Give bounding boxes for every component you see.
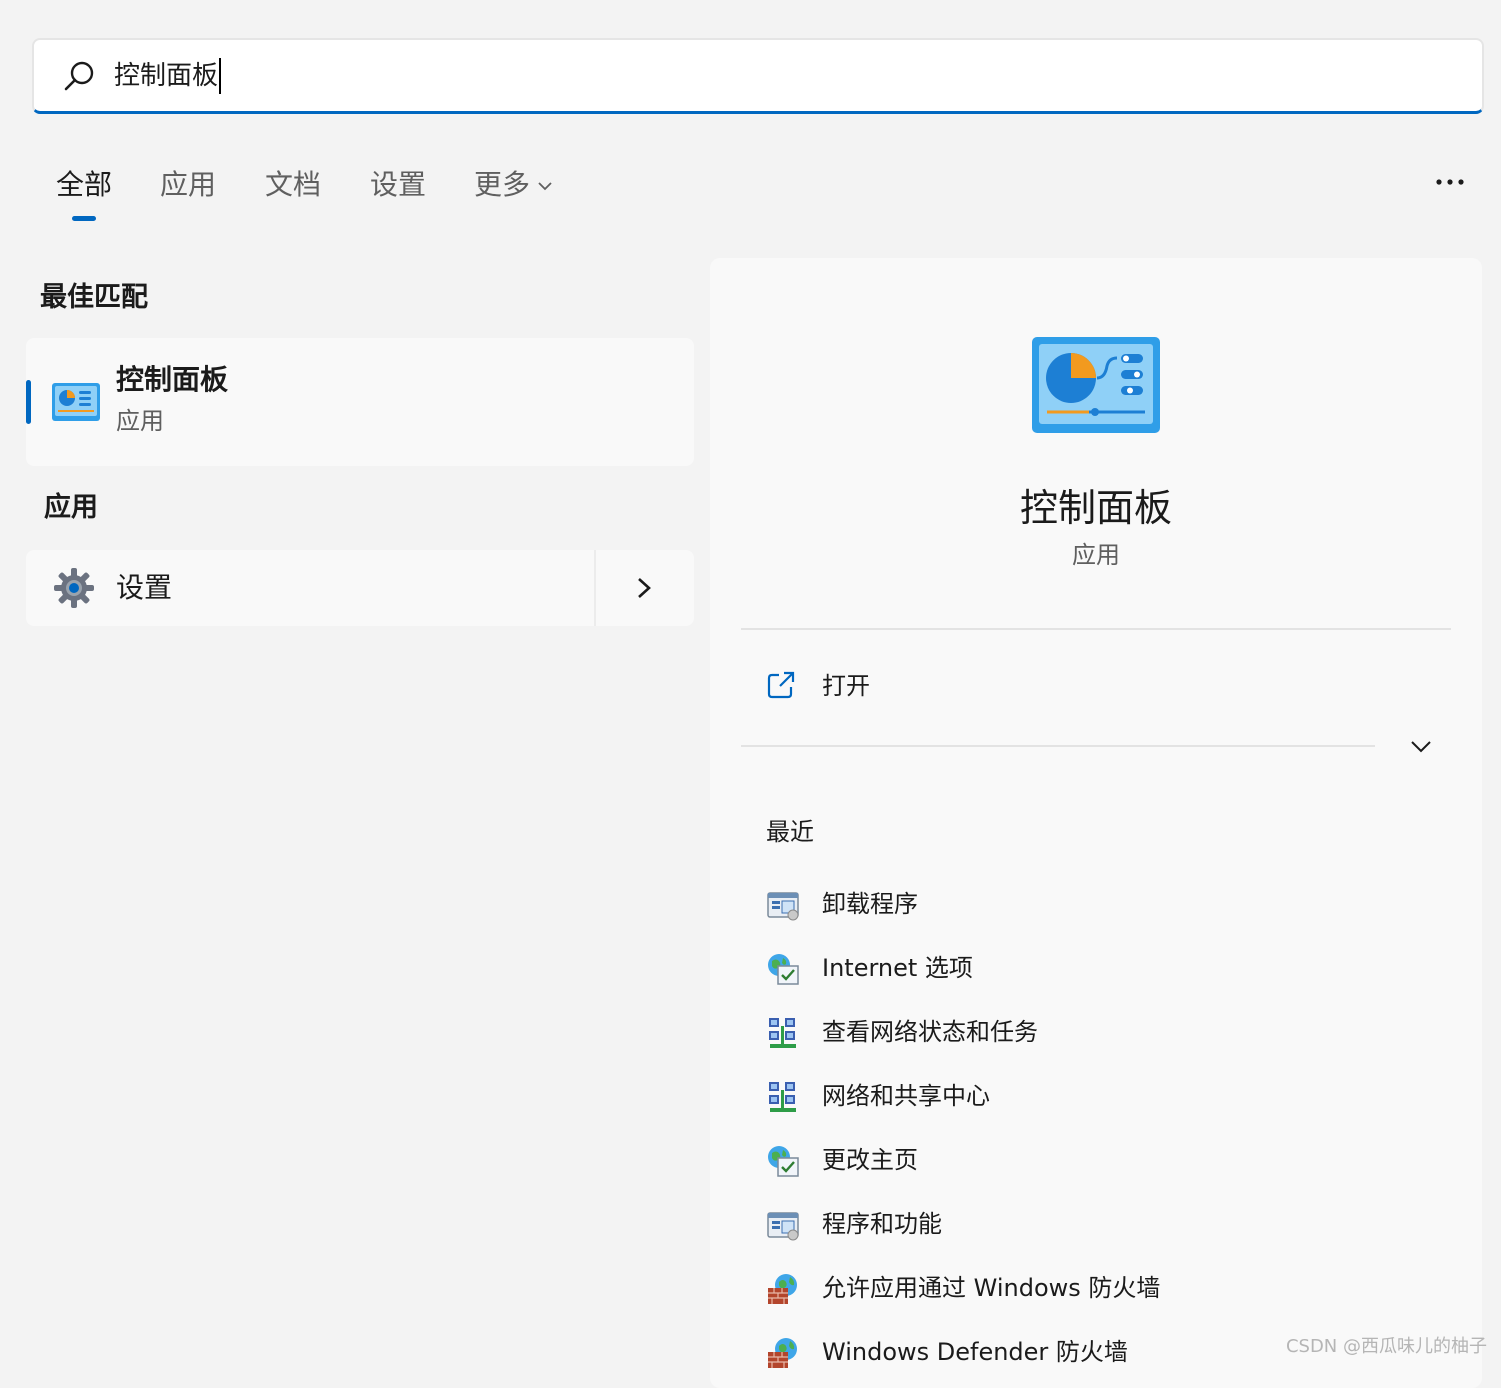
recent-item[interactable]: 查看网络状态和任务 (766, 1012, 1446, 1052)
programs-icon (766, 888, 800, 922)
settings-gear-icon (54, 568, 94, 608)
recent-item-label: 允许应用通过 Windows 防火墙 (822, 1274, 1161, 1302)
programs-icon (766, 1208, 800, 1242)
recent-item-label: 卸载程序 (822, 890, 918, 918)
recent-item-label: 更改主页 (822, 1146, 918, 1174)
active-tab-indicator (72, 216, 96, 221)
detail-panel: 控制面板 应用 打开 最近 卸载程序 Internet 选项查看网络状态和任务 网络… (710, 258, 1482, 1388)
recent-header: 最近 (766, 818, 814, 846)
row-divider (594, 550, 596, 626)
recent-item-label: 网络和共享中心 (822, 1082, 990, 1110)
recent-item-label: 查看网络状态和任务 (822, 1018, 1038, 1046)
tab-documents[interactable]: 文档 (265, 160, 321, 210)
best-match-title: 控制面板 (116, 363, 229, 396)
filter-tabs: 全部 应用 文档 设置 更多 (0, 160, 1501, 221)
recent-item[interactable]: 更改主页 (766, 1140, 1446, 1180)
open-label: 打开 (822, 672, 870, 700)
selection-indicator (26, 380, 31, 424)
tab-all[interactable]: 全部 (56, 160, 112, 210)
apps-header: 应用 (44, 492, 98, 523)
chevron-down-icon[interactable] (1408, 736, 1434, 758)
search-input[interactable]: 控制面板 (114, 58, 222, 94)
search-box[interactable]: 控制面板 (32, 38, 1484, 114)
tab-more[interactable]: 更多 (474, 160, 554, 210)
recent-item-label: Internet 选项 (822, 954, 973, 982)
internet-options-icon (766, 952, 800, 986)
chevron-right-icon[interactable] (632, 574, 656, 602)
open-action[interactable]: 打开 (760, 666, 1060, 706)
chevron-down-icon (538, 182, 552, 191)
app-result-settings[interactable]: 设置 (26, 550, 694, 626)
firewall-icon (766, 1336, 800, 1370)
control-panel-large-icon (1032, 337, 1160, 433)
recent-item[interactable]: 程序和功能 (766, 1204, 1446, 1244)
recent-item[interactable]: Internet 选项 (766, 948, 1446, 988)
best-match-subtitle: 应用 (116, 407, 164, 435)
tab-apps[interactable]: 应用 (160, 160, 216, 210)
watermark: CSDN @西瓜味儿的柚子 (1285, 1336, 1487, 1357)
recent-item-label: 程序和功能 (822, 1210, 942, 1238)
network-icon (766, 1016, 800, 1050)
firewall-icon (766, 1272, 800, 1306)
network-icon (766, 1080, 800, 1114)
internet-options-icon (766, 1144, 800, 1178)
divider (741, 628, 1451, 630)
tab-settings[interactable]: 设置 (370, 160, 426, 210)
app-result-label: 设置 (116, 571, 173, 604)
search-icon (64, 61, 94, 91)
recent-item[interactable]: 允许应用通过 Windows 防火墙 (766, 1268, 1446, 1308)
recent-item[interactable]: 卸载程序 (766, 884, 1446, 924)
detail-title: 控制面板 (1019, 486, 1172, 530)
open-external-icon (767, 671, 795, 699)
best-match-header: 最佳匹配 (40, 282, 148, 313)
recent-item[interactable]: 网络和共享中心 (766, 1076, 1446, 1116)
more-options-icon[interactable] (1435, 172, 1465, 192)
control-panel-icon (52, 383, 100, 421)
recent-item-label: Windows Defender 防火墙 (822, 1338, 1128, 1366)
best-match-result[interactable]: 控制面板 应用 (26, 338, 694, 466)
detail-subtitle: 应用 (1072, 541, 1120, 569)
tab-more-label: 更多 (474, 168, 531, 201)
divider (741, 745, 1375, 747)
